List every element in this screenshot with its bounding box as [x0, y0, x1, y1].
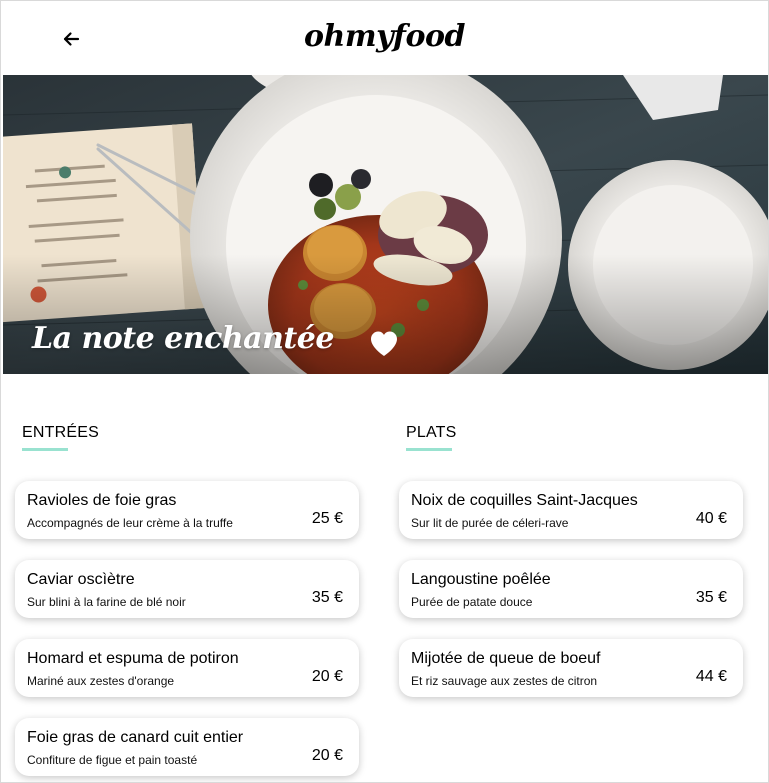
dish-price: 40 € — [695, 510, 727, 527]
dish-price: 20 € — [311, 668, 343, 685]
dish-price: 35 € — [311, 589, 343, 606]
dish-price: 35 € — [695, 589, 727, 606]
dish-name: Noix de coquilles Saint-Jacques — [411, 492, 638, 509]
hero-image: La note enchantée — [3, 75, 768, 374]
menu-item-card[interactable]: Homard et espuma de potiron Mariné aux z… — [15, 639, 359, 697]
dish-price: 20 € — [311, 747, 343, 764]
section-underline-plats — [406, 448, 452, 451]
dish-price: 44 € — [695, 668, 727, 685]
logo[interactable]: ohmyfood — [1, 19, 768, 54]
dish-description: Accompagnés de leur crème à la truffe — [27, 516, 233, 530]
dish-description: Et riz sauvage aux zestes de citron — [411, 674, 598, 688]
favorite-button[interactable] — [369, 330, 399, 358]
menu-item-card[interactable]: Langoustine poêlée Purée de patate douce… — [399, 560, 743, 618]
dish-name: Caviar oscìètre — [27, 571, 135, 588]
dish-description: Mariné aux zestes d'orange — [27, 674, 175, 688]
menu-item-card[interactable]: Noix de coquilles Saint-Jacques Sur lit … — [399, 481, 743, 539]
section-title-plats: PLATS — [406, 424, 457, 441]
header: ohmyfood — [1, 1, 768, 74]
dish-name: Mijotée de queue de boeuf — [411, 650, 601, 667]
menu-item-card[interactable]: Mijotée de queue de boeuf Et riz sauvage… — [399, 639, 743, 697]
menu-item-card[interactable]: Foie gras de canard cuit entier Confitur… — [15, 718, 359, 776]
dish-name: Foie gras de canard cuit entier — [27, 729, 244, 746]
dish-name: Ravioles de foie gras — [27, 492, 177, 509]
menu-item-card[interactable]: Caviar oscìètre Sur blini à la farine de… — [15, 560, 359, 618]
menu-page: ohmyfood La note enchantée ENTRÉES Ravio… — [0, 0, 769, 783]
heart-icon — [371, 331, 397, 356]
dish-name: Langoustine poêlée — [411, 571, 551, 588]
dish-name: Homard et espuma de potiron — [27, 650, 239, 667]
dish-description: Sur blini à la farine de blé noir — [27, 595, 186, 609]
section-underline-entrees — [22, 448, 68, 451]
restaurant-name: La note enchantée — [32, 321, 334, 356]
dish-price: 25 € — [311, 510, 343, 527]
dish-description: Sur lit de purée de céleri-rave — [411, 516, 569, 530]
section-title-entrees: ENTRÉES — [22, 424, 99, 441]
dish-description: Purée de patate douce — [411, 595, 533, 609]
menu-item-card[interactable]: Ravioles de foie gras Accompagnés de leu… — [15, 481, 359, 539]
dish-description: Confiture de figue et pain toasté — [27, 753, 198, 767]
